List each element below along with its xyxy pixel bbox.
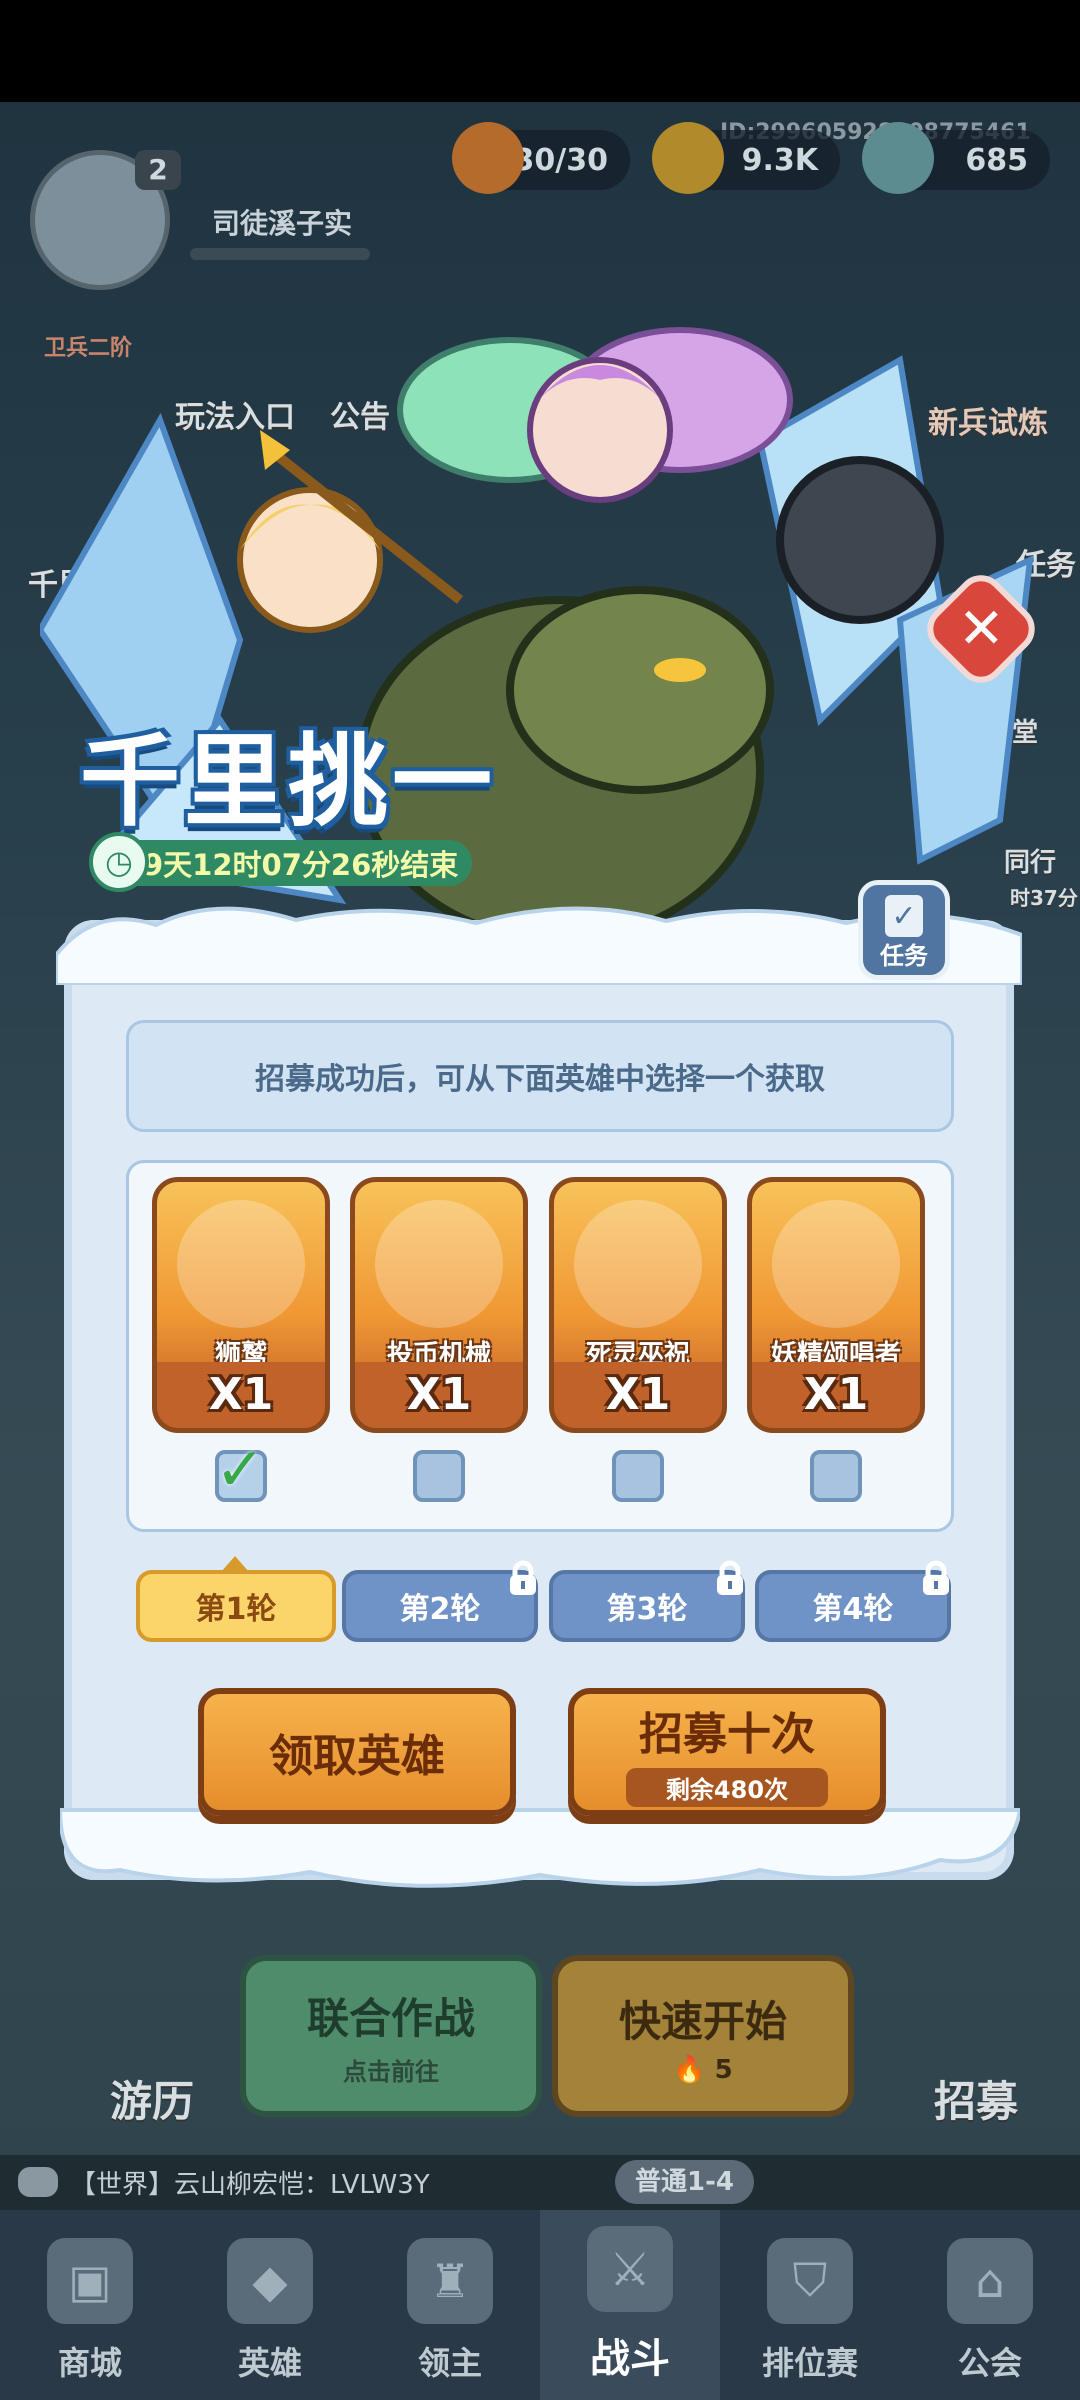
task-button[interactable]: ✓ 任务 <box>858 880 950 980</box>
quick-start-title: 快速开始 <box>618 1996 787 2046</box>
shield-rank-icon: ⛉ <box>767 2238 853 2324</box>
hero-card-icon: ◆ <box>227 2238 313 2324</box>
alliance-battle-sub: 点击前往 <box>343 2058 439 2086</box>
nav-shop[interactable]: ▣ 商城 <box>0 2210 180 2400</box>
lizard-eye <box>654 658 706 682</box>
tab-round-1[interactable]: 第1轮 <box>136 1570 336 1642</box>
lock-icon <box>510 1560 536 1595</box>
hero-checkbox[interactable] <box>413 1450 465 1502</box>
flame-icon <box>452 122 524 194</box>
bottom-navigation: ▣ 商城 ◆ 英雄 ♜ 领主 ⚔ 战斗 ⛉ 排位赛 ⌂ 公会 <box>0 2210 1080 2400</box>
coin-counter[interactable]: 9.3K <box>652 122 840 194</box>
hero-card[interactable]: 狮鹫 X1 <box>152 1177 330 1433</box>
player-level-badge: 2 <box>135 150 181 190</box>
hero-card[interactable]: 妖精颂唱者 X1 <box>747 1177 925 1433</box>
exp-bar <box>190 248 370 260</box>
clipboard-check-icon: ✓ <box>885 895 923 937</box>
quick-start-cost: 🔥 5 <box>673 2054 733 2085</box>
player-name: 司徒溪子实 <box>212 207 353 240</box>
recruit-notice: 招募成功后，可从下面英雄中选择一个获取 <box>126 1020 954 1132</box>
claim-hero-button[interactable]: 领取英雄 <box>198 1688 516 1816</box>
recruit-side-button[interactable]: 招募 <box>934 2068 1018 2129</box>
castle-icon: ♜ <box>407 2238 493 2324</box>
tab-round-2[interactable]: 第2轮 <box>342 1560 538 1642</box>
hero-checkbox[interactable]: ✓ <box>215 1440 267 1502</box>
travel-button[interactable]: 游历 <box>110 2068 194 2129</box>
quick-start-button[interactable]: 快速开始 🔥 5 <box>552 1955 854 2117</box>
necromancer-portrait <box>574 1200 702 1328</box>
hero-checkbox[interactable] <box>810 1450 862 1502</box>
close-icon: ✕ <box>957 595 1005 661</box>
hero-card[interactable]: 投币机械 X1 <box>350 1177 528 1433</box>
nav-heroes[interactable]: ◆ 英雄 <box>180 2210 360 2400</box>
world-chat-message: 【世界】云山柳宏恺：LVLW3Y <box>70 2170 430 2200</box>
nav-guild[interactable]: ⌂ 公会 <box>900 2210 1080 2400</box>
hero-card[interactable]: 死灵巫祝 X1 <box>549 1177 727 1433</box>
event-title: 千里挑一 <box>80 723 496 840</box>
checkmark-icon: ✓ <box>215 1435 266 1505</box>
recruit-ten-button[interactable]: 招募十次 剩余480次 <box>568 1688 886 1816</box>
alliance-battle-title: 联合作战 <box>306 1994 475 2043</box>
nav-ranked[interactable]: ⛉ 排位赛 <box>720 2210 900 2400</box>
alliance-battle-button[interactable]: 联合作战 点击前往 <box>240 1955 542 2117</box>
fairy-singer-portrait <box>772 1200 900 1328</box>
guild-icon: ⌂ <box>947 2238 1033 2324</box>
stopwatch-icon: ◷ <box>89 832 149 892</box>
stone-fist <box>776 456 944 624</box>
nav-battle[interactable]: ⚔ 战斗 <box>540 2210 720 2400</box>
world-chat-bar[interactable]: 【世界】云山柳宏恺：LVLW3Y <box>0 2155 1080 2210</box>
crystal-icon <box>862 122 934 194</box>
shop-icon: ▣ <box>47 2238 133 2324</box>
coin-machine-portrait <box>375 1200 503 1328</box>
flame-icon: 🔥 <box>673 2054 706 2085</box>
hero-checkbox[interactable] <box>612 1450 664 1502</box>
fairy-head <box>527 357 673 503</box>
stamina-counter[interactable]: 30/30 <box>452 122 630 194</box>
griffin-portrait <box>177 1200 305 1328</box>
nav-lord[interactable]: ♜ 领主 <box>360 2210 540 2400</box>
swords-icon: ⚔ <box>587 2226 673 2312</box>
tab-round-4[interactable]: 第4轮 <box>755 1560 951 1642</box>
lock-icon <box>717 1560 743 1595</box>
coin-icon <box>652 122 724 194</box>
tab-round-3[interactable]: 第3轮 <box>549 1560 745 1642</box>
crystal-counter[interactable]: 685 <box>862 122 1050 194</box>
chat-bubble-icon <box>18 2167 58 2197</box>
event-timer: ◷ 9天12时07分26秒结束 <box>89 832 473 892</box>
recruit-remaining-count: 剩余480次 <box>625 1767 829 1807</box>
lock-icon <box>923 1560 949 1595</box>
angel-head <box>237 487 383 633</box>
stage-label: 普通1-4 <box>615 2160 754 2204</box>
lizard-warrior-head <box>506 586 774 794</box>
